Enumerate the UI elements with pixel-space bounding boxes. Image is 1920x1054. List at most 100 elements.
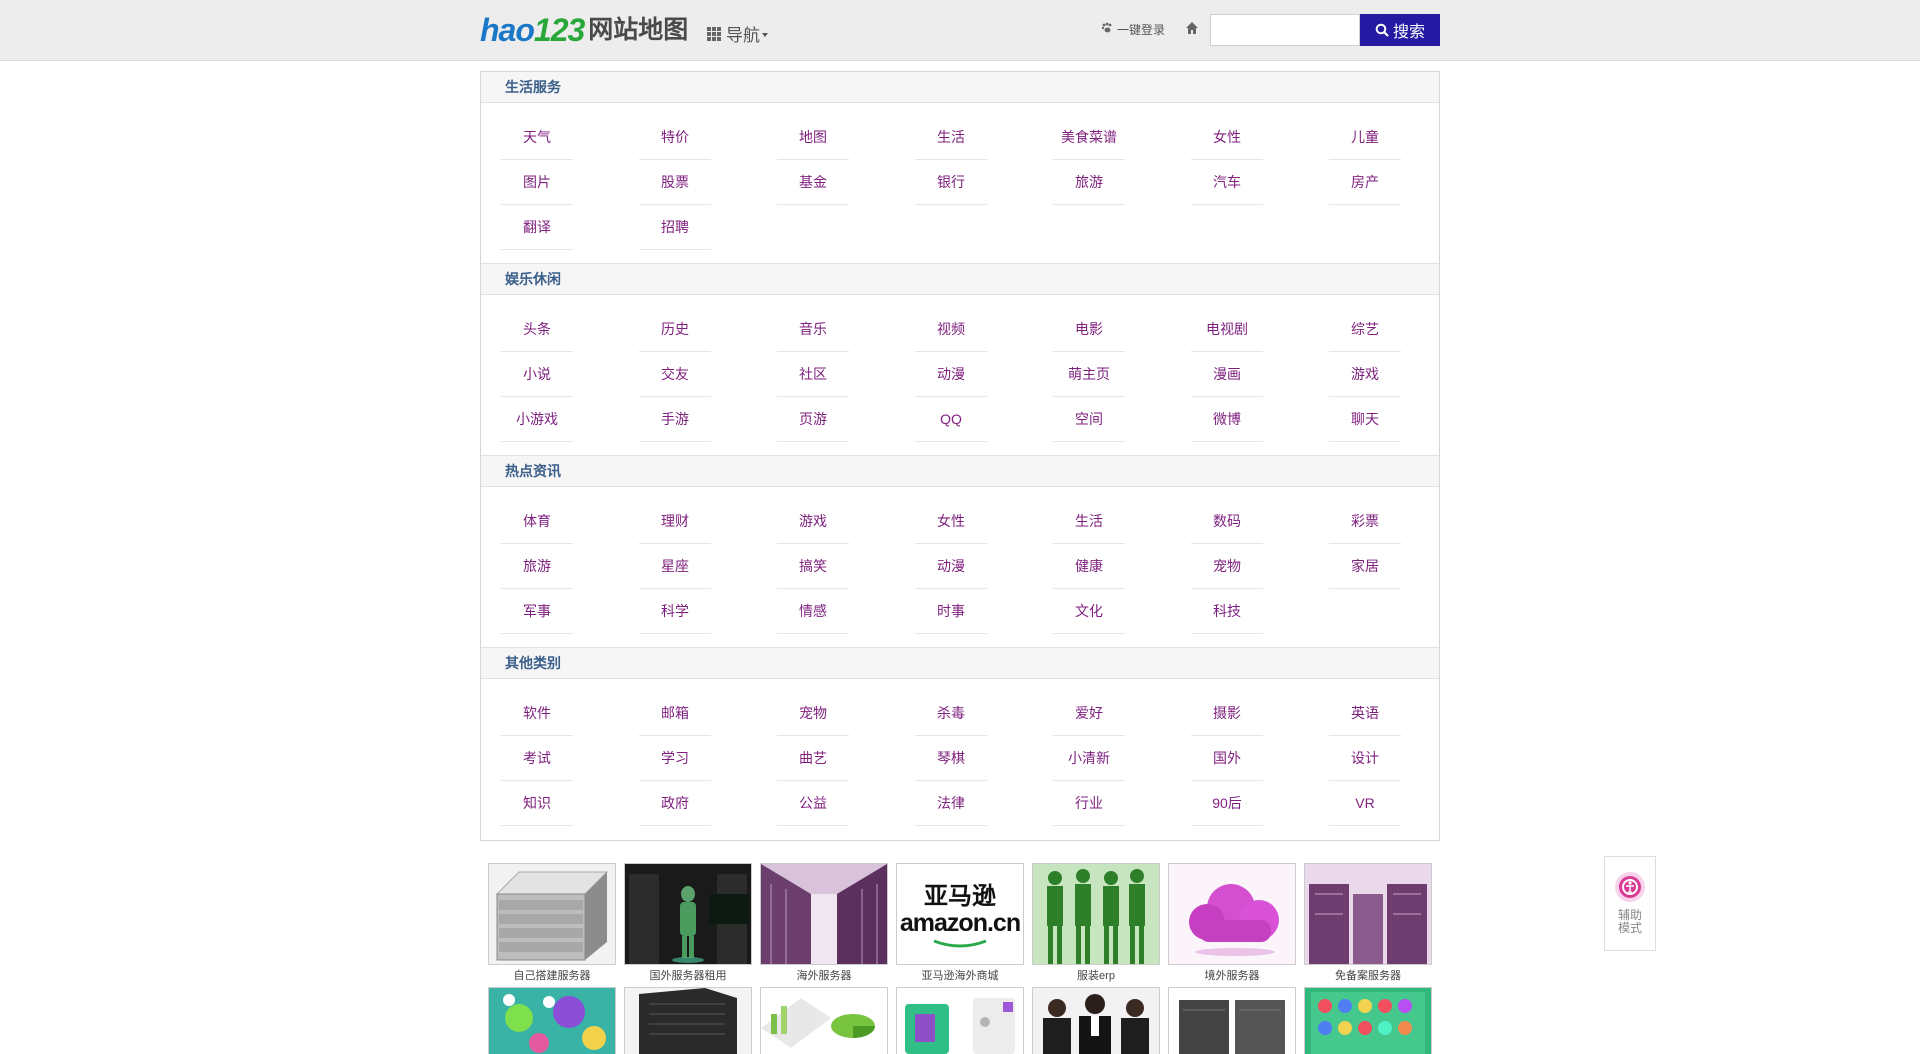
thumbnail-item[interactable]: 免备案服务器	[1304, 863, 1432, 987]
category-link[interactable]: 考试	[501, 736, 573, 781]
search-input[interactable]	[1210, 14, 1360, 46]
thumbnail-item[interactable]	[1032, 987, 1160, 1054]
category-link[interactable]: 生活	[1053, 499, 1125, 544]
category-link[interactable]: 彩票	[1329, 499, 1401, 544]
category-link[interactable]: 体育	[501, 499, 573, 544]
thumbnail-item[interactable]	[896, 987, 1024, 1054]
category-link[interactable]: 综艺	[1329, 307, 1401, 352]
category-link[interactable]: 科技	[1191, 589, 1263, 634]
category-link[interactable]: 视频	[915, 307, 987, 352]
category-link[interactable]: 琴棋	[915, 736, 987, 781]
category-link[interactable]: 特价	[639, 115, 711, 160]
category-link[interactable]: 小清新	[1053, 736, 1125, 781]
category-link[interactable]: 电视剧	[1191, 307, 1263, 352]
thumbnail-item[interactable]: 国外服务器租用	[624, 863, 752, 987]
category-link[interactable]: 页游	[777, 397, 849, 442]
category-link[interactable]: 美食菜谱	[1053, 115, 1125, 160]
category-link[interactable]: 杀毒	[915, 691, 987, 736]
category-link[interactable]: 手游	[639, 397, 711, 442]
category-link[interactable]: 时事	[915, 589, 987, 634]
category-link[interactable]: 英语	[1329, 691, 1401, 736]
thumbnail-item[interactable]: 境外服务器	[1168, 863, 1296, 987]
category-link[interactable]: 学习	[639, 736, 711, 781]
category-link[interactable]: 搞笑	[777, 544, 849, 589]
category-link[interactable]: 汽车	[1191, 160, 1263, 205]
category-link[interactable]: QQ	[915, 397, 987, 442]
category-link[interactable]: 公益	[777, 781, 849, 826]
category-link[interactable]: 邮箱	[639, 691, 711, 736]
search-button[interactable]: 搜索	[1360, 14, 1440, 46]
category-link[interactable]: 摄影	[1191, 691, 1263, 736]
category-link[interactable]: 儿童	[1329, 115, 1401, 160]
category-link[interactable]: 头条	[501, 307, 573, 352]
category-link[interactable]: 电影	[1053, 307, 1125, 352]
nav-dropdown[interactable]: 导航	[707, 21, 768, 46]
category-link[interactable]: 房产	[1329, 160, 1401, 205]
category-link[interactable]: 科学	[639, 589, 711, 634]
category-link[interactable]: 游戏	[1329, 352, 1401, 397]
category-link[interactable]: 旅游	[501, 544, 573, 589]
category-link[interactable]: 动漫	[915, 544, 987, 589]
category-link[interactable]: 小说	[501, 352, 573, 397]
category-link[interactable]: 文化	[1053, 589, 1125, 634]
category-link[interactable]: 旅游	[1053, 160, 1125, 205]
category-link[interactable]: 知识	[501, 781, 573, 826]
category-link[interactable]: 设计	[1329, 736, 1401, 781]
category-link[interactable]: 软件	[501, 691, 573, 736]
category-link[interactable]: 基金	[777, 160, 849, 205]
category-link[interactable]: 数码	[1191, 499, 1263, 544]
category-link[interactable]: 招聘	[639, 205, 711, 250]
category-link[interactable]: 空间	[1053, 397, 1125, 442]
category-link[interactable]: 萌主页	[1053, 352, 1125, 397]
category-link[interactable]: 军事	[501, 589, 573, 634]
thumbnail-item[interactable]: 服装erp	[1032, 863, 1160, 987]
assist-mode-button[interactable]: 辅助模式	[1604, 856, 1656, 951]
thumbnail-item[interactable]	[624, 987, 752, 1054]
category-link[interactable]: 行业	[1053, 781, 1125, 826]
category-link[interactable]: 女性	[915, 499, 987, 544]
category-link[interactable]: VR	[1329, 781, 1401, 826]
category-link[interactable]: 宠物	[777, 691, 849, 736]
category-link[interactable]: 图片	[501, 160, 573, 205]
category-link[interactable]: 曲艺	[777, 736, 849, 781]
category-link[interactable]: 股票	[639, 160, 711, 205]
category-link[interactable]: 漫画	[1191, 352, 1263, 397]
category-link[interactable]: 游戏	[777, 499, 849, 544]
category-link[interactable]: 聊天	[1329, 397, 1401, 442]
thumbnail-item[interactable]: 海外服务器	[760, 863, 888, 987]
category-link[interactable]: 历史	[639, 307, 711, 352]
category-link[interactable]: 地图	[777, 115, 849, 160]
thumbnail-item[interactable]	[1168, 987, 1296, 1054]
category-link[interactable]: 社区	[777, 352, 849, 397]
category-link[interactable]: 动漫	[915, 352, 987, 397]
category-link[interactable]: 交友	[639, 352, 711, 397]
category-link[interactable]: 爱好	[1053, 691, 1125, 736]
category-link[interactable]: 天气	[501, 115, 573, 160]
category-link[interactable]: 家居	[1329, 544, 1401, 589]
thumbnail-item[interactable]	[760, 987, 888, 1054]
category-link[interactable]: 政府	[639, 781, 711, 826]
logo-hao-text: hao	[480, 12, 535, 48]
category-link[interactable]: 宠物	[1191, 544, 1263, 589]
thumbnail-item[interactable]: 亚马逊 amazon.cn 亚马逊海外商城	[896, 863, 1024, 987]
category-link[interactable]: 银行	[915, 160, 987, 205]
category-link[interactable]: 国外	[1191, 736, 1263, 781]
home-icon[interactable]	[1184, 20, 1200, 36]
category-link[interactable]: 星座	[639, 544, 711, 589]
category-link[interactable]: 90后	[1191, 781, 1263, 826]
hao123-logo[interactable]: hao 123 网站地图	[480, 13, 688, 47]
category-link[interactable]: 健康	[1053, 544, 1125, 589]
category-link[interactable]: 生活	[915, 115, 987, 160]
category-link[interactable]: 微博	[1191, 397, 1263, 442]
one-click-login[interactable]: 一键登录	[1101, 21, 1165, 38]
thumbnail-item[interactable]	[1304, 987, 1432, 1054]
thumbnail-item[interactable]: 自己搭建服务器	[488, 863, 616, 987]
category-link[interactable]: 理财	[639, 499, 711, 544]
thumbnail-item[interactable]	[488, 987, 616, 1054]
category-link[interactable]: 情感	[777, 589, 849, 634]
category-link[interactable]: 女性	[1191, 115, 1263, 160]
category-link[interactable]: 法律	[915, 781, 987, 826]
category-link[interactable]: 音乐	[777, 307, 849, 352]
category-link[interactable]: 小游戏	[501, 397, 573, 442]
category-link[interactable]: 翻译	[501, 205, 573, 250]
